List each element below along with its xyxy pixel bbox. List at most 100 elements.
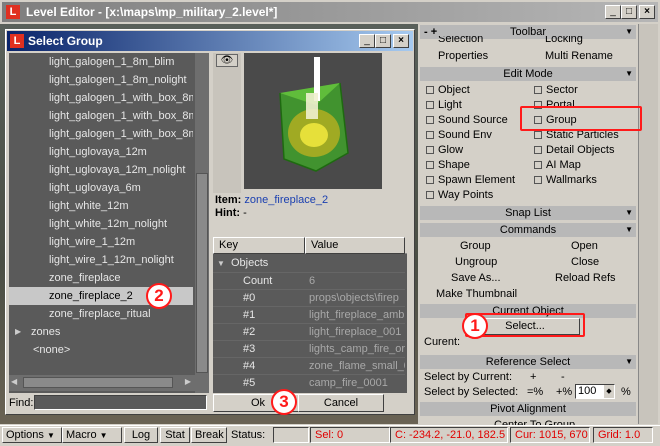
checkbox-icon[interactable] <box>426 86 434 94</box>
chevron-down-icon[interactable]: ▼ <box>625 25 633 39</box>
list-item[interactable]: light_wire_1_12m <box>9 233 193 251</box>
eye-icon[interactable]: 👁 <box>216 54 238 67</box>
list-item[interactable]: light_uglovaya_12m_nolight <box>9 161 193 179</box>
list-hscroll[interactable]: ◀ ▶ <box>9 375 195 391</box>
list-item[interactable]: light_galogen_1_8m_nolight <box>9 71 193 89</box>
panel-scrollbar[interactable] <box>638 24 658 424</box>
locking-label[interactable]: Locking <box>545 36 583 46</box>
open-button[interactable]: Open <box>571 239 598 253</box>
checkbox-icon[interactable] <box>426 101 434 109</box>
chevron-down-icon[interactable]: ▼ <box>625 223 633 237</box>
list-item[interactable]: <none> <box>9 341 193 359</box>
ungroup-button[interactable]: Ungroup <box>455 255 497 269</box>
list-item[interactable]: light_uglovaya_12m <box>9 143 193 161</box>
list-item[interactable]: zone_fireplace_ritual <box>9 305 193 323</box>
checkbox-icon[interactable] <box>534 176 542 184</box>
stat-button[interactable]: Stat <box>160 427 190 443</box>
options-button[interactable]: Options ▼ <box>2 427 62 443</box>
section-pivot-alignment[interactable]: Pivot Alignment <box>420 402 636 416</box>
table-row[interactable]: #0 props\objects\firep <box>213 289 405 306</box>
chevron-down-icon[interactable]: ▼ <box>625 206 633 220</box>
header-key[interactable]: Key <box>213 237 305 254</box>
find-input[interactable] <box>34 395 207 410</box>
save-as-button[interactable]: Save As... <box>451 271 501 285</box>
checkbox-icon[interactable] <box>426 191 434 199</box>
reload-refs-button[interactable]: Reload Refs <box>555 271 616 285</box>
checkbox-icon[interactable] <box>426 116 434 124</box>
checkbox-icon[interactable] <box>534 131 542 139</box>
objects-group-row[interactable]: ▼ Objects <box>213 255 405 272</box>
edit-mode-checkbox[interactable]: Sound Env <box>426 128 492 142</box>
minimize-icon[interactable]: _ <box>605 5 621 19</box>
percent-input[interactable]: 100 ◆ <box>575 384 615 399</box>
table-row[interactable]: #5 camp_fire_0001 <box>213 374 405 391</box>
list-item[interactable]: light_galogen_1_with_box_8m <box>9 89 193 107</box>
table-row[interactable]: Count 6 <box>213 272 405 289</box>
chevron-down-icon[interactable]: ▼ <box>625 355 633 369</box>
list-item[interactable]: light_white_12m <box>9 197 193 215</box>
section-edit-mode[interactable]: Edit Mode ▼ <box>420 67 636 81</box>
break-button[interactable]: Break <box>191 427 227 443</box>
edit-mode-checkbox[interactable]: Shape <box>426 158 470 172</box>
list-vscroll[interactable] <box>195 53 209 393</box>
edit-mode-checkbox[interactable]: Sector <box>534 83 578 97</box>
collapse-icon[interactable]: - + <box>424 25 437 39</box>
section-snap-list[interactable]: Snap List ▼ <box>420 206 636 220</box>
edit-mode-checkbox[interactable]: Sound Source <box>426 113 508 127</box>
list-item[interactable]: light_wire_1_12m_nolight <box>9 251 193 269</box>
section-reference-select[interactable]: Reference Select ▼ <box>420 355 636 369</box>
spin-icon[interactable]: ◆ <box>604 385 614 398</box>
edit-mode-checkbox[interactable]: Detail Objects <box>534 143 614 157</box>
list-item[interactable]: light_uglovaya_6m <box>9 179 193 197</box>
macro-button[interactable]: Macro ▼ <box>62 427 122 443</box>
list-hscroll-thumb[interactable] <box>23 377 173 388</box>
close-icon[interactable]: × <box>393 34 409 48</box>
list-item[interactable]: light_white_12m_nolight <box>9 215 193 233</box>
edit-mode-checkbox[interactable]: AI Map <box>534 158 581 172</box>
edit-mode-checkbox[interactable]: Light <box>426 98 462 112</box>
chevron-down-icon[interactable]: ▼ <box>625 67 633 81</box>
select-by-current-minus[interactable]: - <box>561 370 565 384</box>
cancel-button[interactable]: Cancel <box>298 394 384 412</box>
scroll-right-icon[interactable]: ▶ <box>185 377 191 386</box>
maximize-icon[interactable]: □ <box>375 34 391 48</box>
checkbox-icon[interactable] <box>534 161 542 169</box>
list-item[interactable]: light_galogen_1_with_box_8m <box>9 125 193 143</box>
selection-label[interactable]: Selection <box>438 36 483 46</box>
group-button[interactable]: Group <box>460 239 491 253</box>
main-title-bar[interactable]: L Level Editor - [x:\maps\mp_military_2.… <box>2 2 658 22</box>
select-by-current-plus[interactable]: + <box>530 370 536 384</box>
header-value[interactable]: Value <box>305 237 405 254</box>
checkbox-icon[interactable] <box>426 146 434 154</box>
table-row[interactable]: #4 zone_flame_small_0 <box>213 357 405 374</box>
group-list[interactable]: light_galogen_1_8m_blim light_galogen_1_8… <box>9 53 209 393</box>
properties-button[interactable]: Properties <box>438 49 488 63</box>
plus-percent-button[interactable]: +% <box>556 385 572 399</box>
table-row[interactable]: #3 lights_camp_fire_or <box>213 340 405 357</box>
expand-triangle-icon[interactable]: ▶ <box>15 323 21 341</box>
multi-rename-button[interactable]: Multi Rename <box>545 49 613 63</box>
edit-mode-checkbox[interactable]: Object <box>426 83 470 97</box>
expand-triangle-icon[interactable]: ▼ <box>217 255 225 272</box>
list-item[interactable]: light_galogen_1_with_box_8m <box>9 107 193 125</box>
checkbox-icon[interactable] <box>534 146 542 154</box>
table-row[interactable]: #1 light_fireplace_amb <box>213 306 405 323</box>
edit-mode-checkbox[interactable]: Glow <box>426 143 463 157</box>
edit-mode-checkbox[interactable]: Spawn Element <box>426 173 515 187</box>
maximize-icon[interactable]: □ <box>621 5 637 19</box>
list-vscroll-thumb[interactable] <box>196 173 208 373</box>
log-button[interactable]: Log <box>124 427 158 443</box>
edit-mode-checkbox[interactable]: Way Points <box>426 188 493 202</box>
close-button[interactable]: Close <box>571 255 599 269</box>
table-row[interactable]: #2 light_fireplace_001 <box>213 323 405 340</box>
close-icon[interactable]: × <box>639 5 655 19</box>
list-item[interactable]: light_galogen_1_8m_blim <box>9 53 193 71</box>
checkbox-icon[interactable] <box>426 161 434 169</box>
checkbox-icon[interactable] <box>426 131 434 139</box>
minimize-icon[interactable]: _ <box>359 34 375 48</box>
make-thumbnail-button[interactable]: Make Thumbnail <box>436 287 517 301</box>
scroll-left-icon[interactable]: ◀ <box>11 377 17 386</box>
edit-mode-checkbox[interactable]: Wallmarks <box>534 173 597 187</box>
checkbox-icon[interactable] <box>534 86 542 94</box>
checkbox-icon[interactable] <box>426 176 434 184</box>
